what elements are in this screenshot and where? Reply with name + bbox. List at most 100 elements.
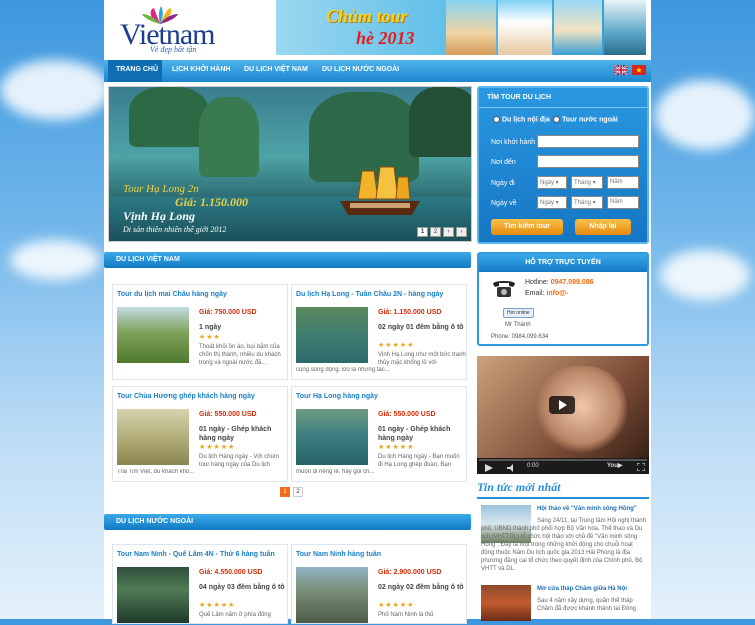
tour-image[interactable] (296, 567, 368, 623)
tour-card[interactable]: Du lịch Hạ Long - Tuần Châu 2N - hàng ng… (291, 284, 467, 380)
video-progress-bar[interactable] (479, 459, 647, 461)
nav-schedule[interactable]: LỊCH KHỞI HÀNH (172, 66, 230, 73)
tour-description: Du lịch Hàng ngày - Với chùm tour hàng n… (199, 454, 279, 468)
tour-description-more: cùng sống động. Đó là những tác... (296, 367, 390, 373)
vietnam-flag-icon[interactable] (632, 65, 646, 75)
date-from-day-select[interactable]: Ngày ▾ (537, 176, 567, 189)
support-phone: Phone: 0984.099.634 (491, 334, 549, 340)
hotline-number[interactable]: 0947.099.086 (551, 279, 594, 286)
tour-image[interactable] (117, 409, 189, 465)
rating-stars: ★★★★★ (378, 444, 415, 451)
tour-description: Vịnh Hạ Long như một bức tranh thủy mặc … (378, 352, 466, 366)
radio-foreign[interactable]: Tour nước ngoài (553, 116, 618, 123)
news-title: Tin tức mới nhất (477, 480, 649, 499)
page-1-button[interactable]: 1 (280, 487, 290, 497)
date-from-day: Ngày (540, 180, 555, 186)
news-thumbnail[interactable] (481, 585, 531, 621)
slider-image-rock (199, 97, 259, 177)
tour-image[interactable] (117, 307, 189, 363)
online-status-button[interactable]: Hot online (503, 308, 534, 318)
telephone-icon (493, 281, 515, 297)
email-address[interactable]: info@- (546, 290, 568, 297)
date-to-year-input[interactable]: Năm (607, 196, 639, 209)
uk-flag-icon[interactable] (614, 65, 628, 75)
from-input[interactable] (537, 135, 639, 148)
slider-next-button[interactable]: › (456, 227, 467, 237)
search-button[interactable]: Tìm kiếm tour (491, 219, 563, 235)
nav-foreign-tours[interactable]: DU LỊCH NƯỚC NGOÀI (322, 66, 399, 73)
tour-title[interactable]: Tour Nam Ninh - Quế Lâm 4N - Thứ 6 hàng … (117, 551, 275, 558)
news-item[interactable]: Hội thảo về "Văn minh sông Hồng" Sáng 24… (477, 505, 649, 585)
tour-title[interactable]: Tour Hạ Long hàng ngày (296, 393, 378, 400)
tour-title[interactable]: Tour Chùa Hương ghép khách hàng ngày (117, 393, 255, 400)
tour-image[interactable] (117, 567, 189, 623)
banner-headline: Chùm tour (326, 6, 408, 26)
video-player[interactable]: 0:00 You▶ (477, 356, 649, 474)
fullscreen-icon[interactable] (637, 463, 645, 471)
tour-price: Giá: 2.900.000 USD (378, 569, 442, 576)
rating-stars: ★★★ (199, 334, 221, 341)
to-label: Nơi đến (491, 159, 516, 166)
volume-icon[interactable] (507, 464, 517, 472)
tour-duration: 02 ngày 02 đêm bằng ô tô (378, 584, 464, 591)
slider-image-rock (409, 87, 471, 157)
news-item-title[interactable]: Mở cửa tháp Chăm giữa Hà Nội (537, 586, 649, 592)
tour-description: Du lịch Hàng ngày - Bạn muốn đi Hạ Long … (378, 454, 460, 468)
slider-page-2[interactable]: 2 (430, 227, 441, 237)
tour-duration: 02 ngày 01 đêm bằng ô tô (378, 324, 464, 331)
cloud-decoration (660, 250, 750, 300)
nav-vietnam-tours[interactable]: DU LỊCH VIỆT NAM (244, 66, 308, 73)
header: Vietnam Vẻ đẹp bất tận Chùm tour hè 2013 (104, 0, 651, 58)
video-play-button[interactable] (549, 396, 575, 414)
from-label: Nơi khởi hành (491, 139, 536, 146)
hotline-label: Hotline: (525, 279, 549, 286)
tour-card[interactable]: Tour Nam Ninh hàng tuần Giá: 2.900.000 U… (291, 544, 467, 624)
date-to-label: Ngày về (491, 200, 517, 207)
hero-slider[interactable]: Tour Hạ Long 2n Giá: 1.150.000 Vịnh Hạ L… (108, 86, 472, 242)
tour-description-more: Trải Tim Việt, du khách khó... (117, 469, 195, 475)
logo-tagline: Vẻ đẹp bất tận (150, 45, 197, 54)
radio-button[interactable] (493, 116, 500, 123)
slider-pager: 1 2 ‹ › (417, 227, 467, 237)
promo-banner[interactable]: Chùm tour hè 2013 (276, 0, 646, 55)
radio-button[interactable] (553, 116, 560, 123)
email: Email: info@- (525, 290, 568, 297)
date-from-year-input[interactable]: Năm (607, 176, 639, 189)
video-time: 0:00 (527, 463, 539, 469)
date-to-day-select[interactable]: Ngày ▾ (537, 196, 567, 209)
date-to-month-select[interactable]: Tháng ▾ (571, 196, 603, 209)
tour-card[interactable]: Tour Nam Ninh - Quế Lâm 4N - Thứ 6 hàng … (112, 544, 288, 624)
tour-card[interactable]: Tour Chùa Hương ghép khách hàng ngày Giá… (112, 386, 288, 482)
main-nav: TRANG CHỦ LỊCH KHỞI HÀNH DU LỊCH VIỆT NA… (104, 60, 651, 82)
hotline: Hotline: 0947.099.086 (525, 279, 594, 286)
tour-image[interactable] (296, 409, 368, 465)
slider-caption-note: Di sản thiên nhiên thế giới 2012 (123, 225, 227, 234)
support-name: Mr Thành (505, 322, 531, 328)
slider-page-1[interactable]: 1 (417, 227, 428, 237)
tour-price: Giá: 4.550.000 USD (199, 569, 263, 576)
page-2-button[interactable]: 2 (293, 487, 303, 497)
tour-card[interactable]: Tour du lịch mai Châu hàng ngày Giá: 750… (112, 284, 288, 380)
to-input[interactable] (537, 155, 639, 168)
tour-title[interactable]: Tour du lịch mai Châu hàng ngày (117, 291, 227, 298)
tour-duration: 01 ngày - Ghép khách hàng ngày (199, 426, 272, 442)
foreign-tours-header: DU LỊCH NƯỚC NGOÀI (104, 514, 471, 530)
tour-title[interactable]: Tour Nam Ninh hàng tuần (296, 551, 381, 558)
reset-button[interactable]: Nhập lại (575, 219, 631, 235)
tour-title[interactable]: Du lịch Hạ Long - Tuần Châu 2N - hàng ng… (296, 291, 443, 298)
news-item[interactable]: Mở cửa tháp Chăm giữa Hà Nội Sau 4 năm x… (477, 585, 649, 625)
radio-domestic[interactable]: Du lịch nội địa (493, 116, 550, 123)
tour-image[interactable] (296, 307, 368, 363)
tour-card[interactable]: Tour Hạ Long hàng ngày Giá: 550.000 USD … (291, 386, 467, 482)
nav-home[interactable]: TRANG CHỦ (116, 66, 158, 73)
video-controls: 0:00 You▶ (477, 458, 649, 474)
news-item-title[interactable]: Hội thảo về "Văn minh sông Hồng" (537, 506, 649, 512)
date-from-month-select[interactable]: Tháng ▾ (571, 176, 603, 189)
logo[interactable]: Vietnam Vẻ đẹp bất tận (110, 4, 276, 54)
tour-price: Giá: 550.000 USD (378, 411, 436, 418)
banner-photo (498, 0, 552, 55)
play-icon[interactable] (485, 464, 493, 472)
search-title: TÌM TOUR DU LỊCH (479, 88, 647, 108)
youtube-logo-icon[interactable]: You▶ (607, 462, 623, 469)
slider-prev-button[interactable]: ‹ (443, 227, 454, 237)
